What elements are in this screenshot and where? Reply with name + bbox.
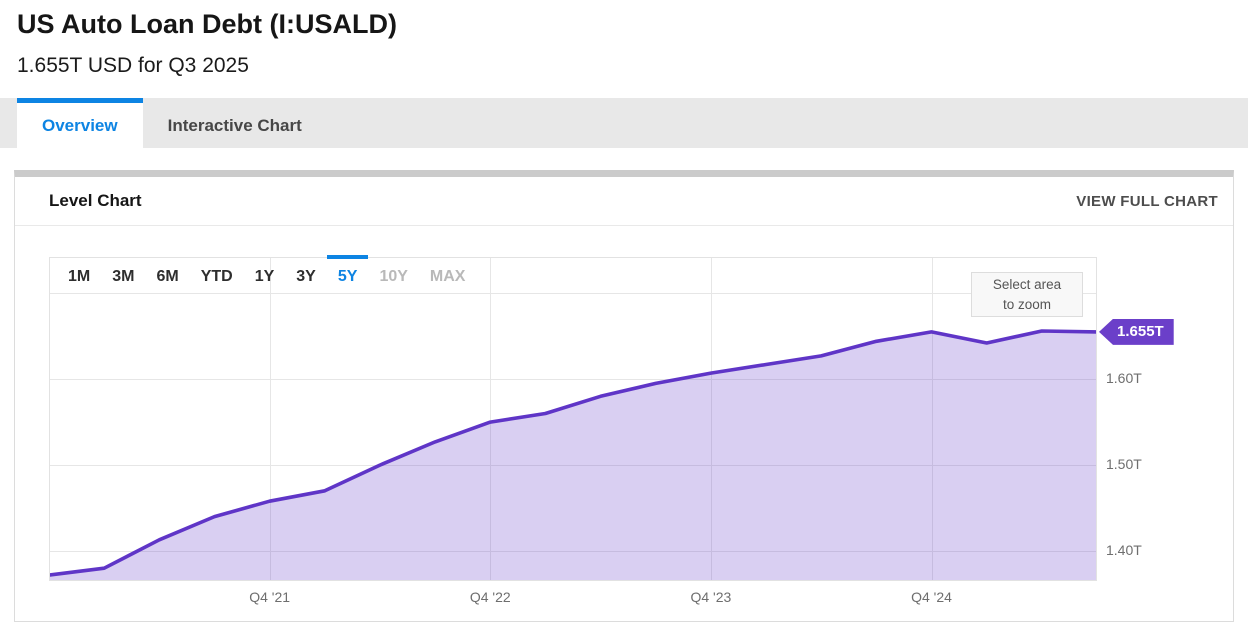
range-button-1m[interactable]: 1M	[57, 255, 101, 292]
view-full-chart-link[interactable]: VIEW FULL CHART	[1076, 193, 1218, 210]
x-axis-label: Q4 '24	[911, 589, 952, 605]
range-button-max[interactable]: MAX	[419, 255, 477, 292]
range-button-10y[interactable]: 10Y	[368, 255, 418, 292]
level-chart-card: Level Chart VIEW FULL CHART 1M 3M 6M YTD 1Y 3…	[14, 170, 1234, 622]
tab-overview[interactable]: Overview	[17, 98, 143, 148]
card-title: Level Chart	[49, 191, 142, 210]
chart-area: 1M 3M 6M YTD 1Y 3Y 5Y 10Y MAX Select area to zoo…	[15, 226, 1233, 621]
y-axis-label: 1.50T	[1106, 456, 1142, 473]
tab-interactive-chart[interactable]: Interactive Chart	[143, 98, 327, 148]
range-button-6m[interactable]: 6M	[145, 255, 189, 292]
zoom-hint-line1: Select area	[992, 277, 1062, 292]
y-axis-label: 1.40T	[1106, 542, 1142, 558]
range-selector: 1M 3M 6M YTD 1Y 3Y 5Y 10Y MAX	[57, 255, 476, 292]
x-axis-label: Q4 '22	[469, 589, 511, 605]
x-axis-label: Q4 '21	[249, 589, 291, 605]
range-button-5y[interactable]: 5Y	[326, 255, 369, 292]
level-chart-svg[interactable]	[49, 257, 1097, 581]
range-button-3y[interactable]: 3Y	[285, 255, 327, 292]
page-title: US Auto Loan Debt (I:USALD)	[17, 9, 397, 39]
zoom-hint: Select area to zoom	[971, 272, 1083, 317]
y-axis-label: 1.60T	[1106, 370, 1142, 387]
card-header: Level Chart VIEW FULL CHART	[15, 177, 1233, 226]
page-header: US Auto Loan Debt (I:USALD) 1.655T USD f…	[0, 0, 1248, 78]
range-button-ytd[interactable]: YTD	[190, 255, 244, 292]
range-button-3m[interactable]: 3M	[101, 255, 145, 292]
range-button-1y[interactable]: 1Y	[244, 255, 286, 292]
area-fill	[49, 331, 1097, 581]
tab-bar: Overview Interactive Chart	[0, 98, 1248, 148]
last-value-badge: 1.655T	[1099, 318, 1174, 345]
current-value-subtitle: 1.655T USD for Q3 2025	[17, 54, 249, 77]
x-axis-label: Q4 '23	[690, 589, 732, 605]
zoom-hint-line2: to zoom	[1002, 297, 1052, 312]
